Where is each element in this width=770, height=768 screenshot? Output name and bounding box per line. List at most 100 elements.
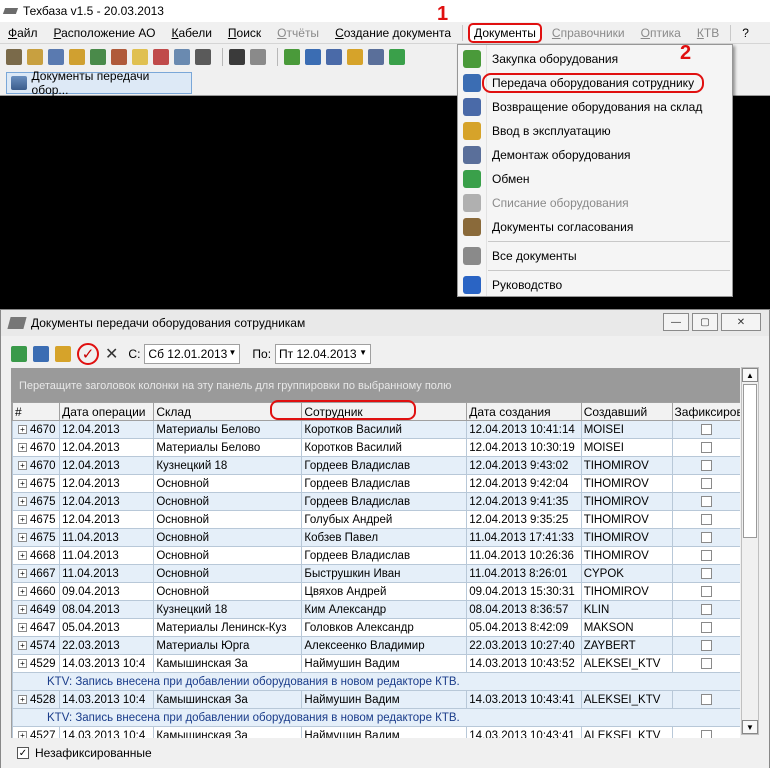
table-row[interactable]: +4527 14.03.2013 10:4 Камышинская За Наймуш… [12,726,740,738]
table-row[interactable]: +4668 11.04.2013 Основной Гордеев Владислав… [12,546,740,565]
table-row[interactable]: +4675 11.04.2013 Основной Кобзев Павел 11.04… [12,528,740,547]
minimize-button[interactable]: — [663,313,689,331]
users-icon[interactable] [90,49,106,65]
fixed-checkbox[interactable] [700,532,712,543]
expand-row-icon[interactable]: + [18,532,27,542]
expand-row-icon[interactable]: + [18,496,27,506]
expand-row-icon[interactable]: + [18,694,27,704]
menu-5[interactable]: Отчёты [269,23,327,43]
unfixed-filter-checkbox[interactable]: ✓ [17,747,29,759]
fixed-checkbox[interactable] [700,622,712,633]
binoculars-icon[interactable] [229,49,245,65]
close-button[interactable]: ✕ [721,313,761,331]
doc-return-icon[interactable] [326,49,342,65]
fixed-checkbox[interactable] [700,640,712,651]
table-icon[interactable] [174,49,190,65]
column-header-6[interactable]: Создавший [580,402,673,421]
contacts-icon[interactable] [111,49,127,65]
documents-menu-item-9[interactable]: Все документы [458,244,732,268]
menu-9[interactable]: Оптика [633,23,689,43]
fixed-checkbox[interactable] [700,514,712,525]
expand-row-icon[interactable]: + [18,658,27,668]
documents-menu-item-2[interactable]: Передача оборудования сотруднику [458,71,732,95]
table-row[interactable]: +4647 05.04.2013 Материалы Ленинск-Куз Голо… [12,618,740,637]
table-row[interactable]: +4667 11.04.2013 Основной Быструшкин Иван 11… [12,564,740,583]
lock-icon[interactable] [69,49,85,65]
menu-4[interactable]: Поиск [220,23,269,43]
expand-row-icon[interactable]: + [18,730,27,738]
chevron-down-icon[interactable]: ▼ [228,348,236,357]
to-date-picker[interactable]: Пт 12.04.2013 ▼ [275,344,372,364]
documents-menu-item-10[interactable]: Руководство [458,273,732,297]
menu-7[interactable]: Документы [468,22,542,43]
new-document-icon[interactable] [33,346,49,362]
expand-row-icon[interactable]: + [18,640,27,650]
table-row[interactable]: +4675 12.04.2013 Основной Голубых Андрей 12.… [12,510,740,529]
fixed-checkbox[interactable] [700,550,712,561]
fixed-checkbox[interactable] [700,586,712,597]
expand-row-icon[interactable]: + [18,622,27,632]
refresh-icon[interactable] [11,346,27,362]
delete-button[interactable]: ✕ [105,344,118,364]
fix-document-button[interactable]: ✓ [77,343,99,365]
table-row[interactable]: +4675 12.04.2013 Основной Гордеев Владислав… [12,474,740,493]
table-row[interactable]: +4675 12.04.2013 Основной Гордеев Владислав… [12,492,740,511]
search-icon[interactable] [132,49,148,65]
table-row[interactable]: +4670 12.04.2013 Материалы Белово Коротков … [12,420,740,439]
expand-row-icon[interactable]: + [18,424,27,434]
table-row[interactable]: +4670 12.04.2013 Кузнецкий 18 Гордеев Влади… [12,456,740,475]
fixed-checkbox[interactable] [700,496,712,507]
expand-row-icon[interactable]: + [18,478,27,488]
table-row[interactable]: +4660 09.04.2013 Основной Цвяхов Андрей 09.0… [12,582,740,601]
group-by-panel[interactable]: Перетащите заголовок колонки на эту пане… [11,368,740,402]
fixed-checkbox[interactable] [700,658,712,669]
menu-1[interactable]: Файл [0,23,46,43]
table-row[interactable]: +4574 22.03.2013 Материалы Юрга Алексеенко … [12,636,740,655]
expand-row-icon[interactable]: + [18,442,27,452]
documents-menu-item-6[interactable]: Обмен [458,167,732,191]
doc-exchange-icon[interactable] [389,49,405,65]
report-icon[interactable] [250,49,266,65]
expand-row-icon[interactable]: + [18,460,27,470]
fixed-checkbox[interactable] [700,460,712,471]
column-header-5[interactable]: Дата создания [466,402,582,421]
documents-menu-item-5[interactable]: Демонтаж оборудования [458,143,732,167]
menu-3[interactable]: Кабели [164,23,220,43]
expand-row-icon[interactable]: + [18,550,27,560]
expand-row-icon[interactable]: + [18,586,27,596]
fixed-checkbox[interactable] [700,424,712,435]
doc-commission-icon[interactable] [347,49,363,65]
fixed-checkbox[interactable] [700,442,712,453]
grid-vertical-scrollbar[interactable]: ▲ ▼ [741,367,759,735]
table-row[interactable]: +4528 14.03.2013 10:4 Камышинская За Наймуш… [12,690,740,709]
maximize-button[interactable]: ▢ [692,313,718,331]
documents-menu-item-4[interactable]: Ввод в эксплуатацию [458,119,732,143]
menu-10[interactable]: КТВ [689,23,727,43]
column-header-7[interactable]: Зафиксиров [671,402,740,421]
cable-icon[interactable] [195,49,211,65]
table-row[interactable]: +4670 12.04.2013 Материалы Белово Коротков … [12,438,740,457]
fixed-checkbox[interactable] [700,730,712,738]
menu-8[interactable]: Справочники [544,23,633,43]
from-date-picker[interactable]: Сб 12.01.2013 ▼ [144,344,241,364]
fixed-checkbox[interactable] [700,478,712,489]
fixed-checkbox[interactable] [700,604,712,615]
delete-doc-icon[interactable] [153,49,169,65]
fixed-checkbox[interactable] [700,694,712,705]
edit-icon[interactable] [55,346,71,362]
menu-2[interactable]: Расположение АО [46,23,164,43]
open-window-tab[interactable]: Документы передачи обор... [6,69,192,97]
scroll-down-icon[interactable]: ▼ [742,720,758,734]
menu-11[interactable]: ? [734,23,757,43]
scroll-up-icon[interactable]: ▲ [742,368,758,382]
doc-purchase-icon[interactable] [284,49,300,65]
column-header-1[interactable]: # [12,402,61,421]
building-icon[interactable] [6,49,22,65]
tree-icon[interactable] [27,49,43,65]
fixed-checkbox[interactable] [700,568,712,579]
scroll-thumb[interactable] [743,384,757,538]
chevron-down-icon[interactable]: ▼ [359,348,367,357]
expand-row-icon[interactable]: + [18,514,27,524]
table-row[interactable]: +4529 14.03.2013 10:4 Камышинская За Наймуш… [12,654,740,673]
expand-row-icon[interactable]: + [18,568,27,578]
